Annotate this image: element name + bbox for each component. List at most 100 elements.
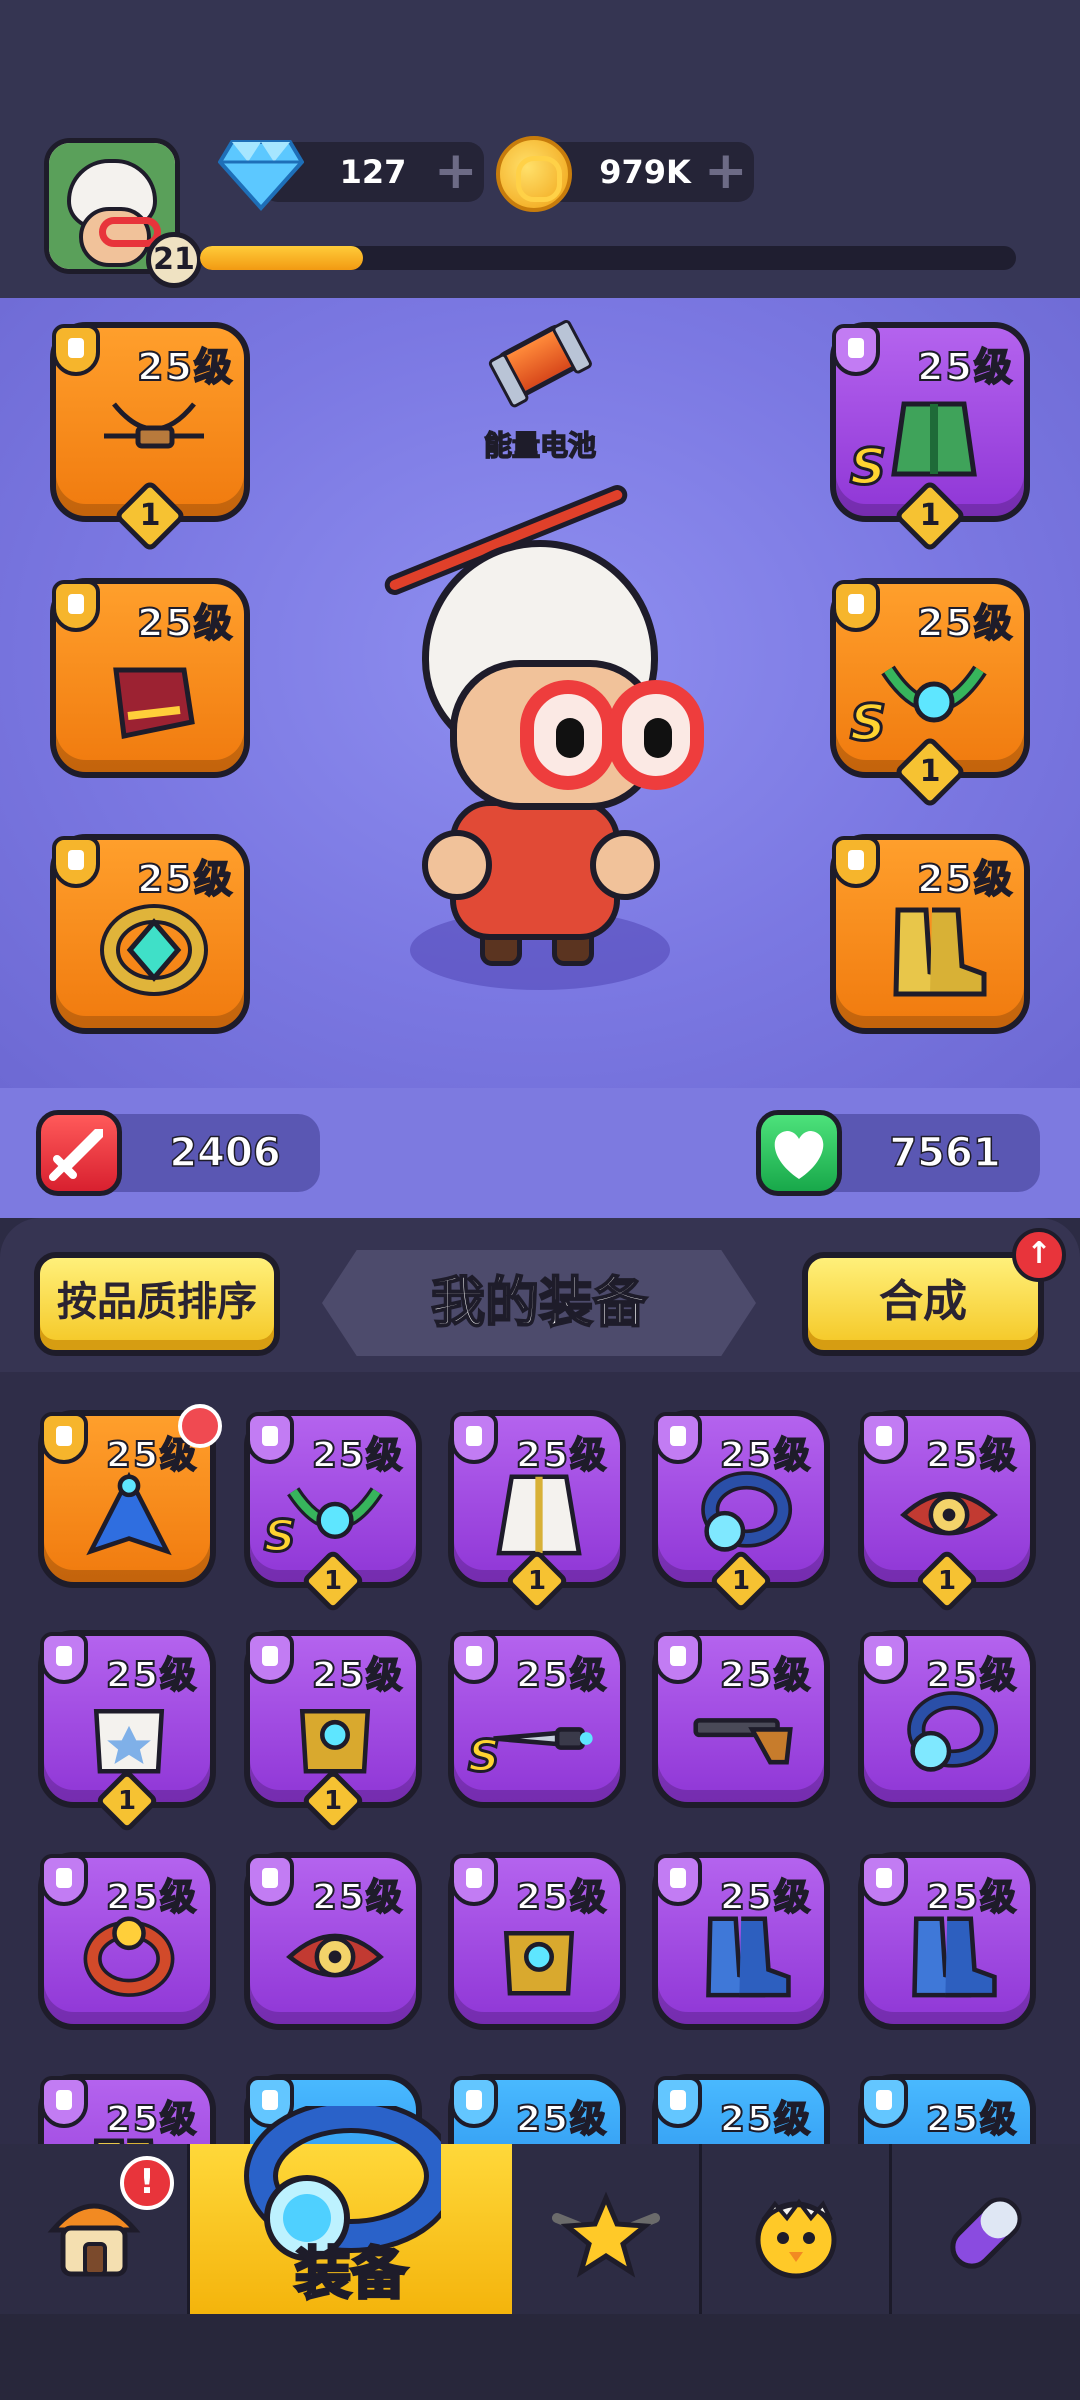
equipment-type-icon (52, 324, 100, 376)
orb-ring-icon (701, 1471, 793, 1552)
equipment-type-icon (450, 1632, 498, 1684)
equipment-type-icon (40, 1412, 88, 1464)
inventory-item[interactable]: 25级 (652, 1852, 830, 2030)
equipment-type-icon (654, 1632, 702, 1684)
inventory-item[interactable]: 25级 S 1 (244, 1410, 422, 1614)
equipment-level: 25级 (925, 1876, 1018, 1919)
energy-battery-label: 能量电池 (483, 428, 597, 463)
necklace-icon (881, 665, 987, 723)
equipment-type-icon (52, 836, 100, 888)
equipment-level: 25级 (105, 2098, 198, 2141)
dagger-icon (493, 1727, 593, 1750)
inventory-title: 我的装备 (322, 1250, 756, 1356)
equipment-level: 25级 (916, 344, 1014, 390)
equipment-level: 25级 (515, 2098, 608, 2141)
equipment-type-icon (860, 1632, 908, 1684)
equipment-type-icon (246, 1412, 294, 1464)
equipment-level: 25级 (916, 856, 1014, 902)
equipment-level: 25级 (311, 1876, 404, 1919)
crossbow-icon (104, 402, 204, 449)
equipment-type-icon (40, 1632, 88, 1684)
xp-progress-fill (200, 246, 364, 270)
new-item-badge (178, 1404, 222, 1448)
red-ring-icon (83, 1916, 175, 1997)
armor-icon (891, 401, 977, 477)
inventory-item[interactable]: 25级 S (448, 1630, 626, 1808)
merge-button[interactable]: 合成 (802, 1252, 1044, 1356)
gauntlet-icon (113, 667, 195, 739)
nav-tab-shop[interactable] (892, 2144, 1080, 2314)
equipment-type-icon (40, 1854, 88, 1906)
equipment-level: 25级 (105, 1876, 198, 1919)
cape-icon (86, 1471, 172, 1556)
equipment-type-icon (450, 1412, 498, 1464)
equipment-type-icon (860, 1412, 908, 1464)
inventory-item[interactable]: 25级 1 (652, 1410, 830, 1614)
inventory-item[interactable]: 25级 (38, 1404, 222, 1588)
equipped-slot-left-1[interactable]: 25级 1 (50, 322, 250, 553)
equipment-level: 25级 (515, 1876, 608, 1919)
home-alert-badge: ! (120, 2156, 174, 2210)
equipment-type-icon (450, 2076, 498, 2128)
rank-badge: S (848, 437, 887, 498)
diamond-icon (218, 140, 304, 212)
hp-stat: 7561 (756, 1110, 1040, 1196)
add-gems-button[interactable]: + (434, 145, 478, 197)
inventory-item[interactable]: 25级 1 (244, 1630, 422, 1834)
eye-amulet-icon (286, 1933, 384, 1978)
attack-value: 2406 (169, 1129, 282, 1177)
equipment-level: 25级 (515, 1434, 608, 1477)
hp-value: 7561 (889, 1129, 1002, 1177)
glove-gold-icon (299, 1709, 371, 1774)
orb-ring-icon (907, 1691, 999, 1772)
equipment-level: 25级 (136, 344, 234, 390)
nav-tab-talents[interactable] (512, 2144, 702, 2314)
glove-white-icon (93, 1709, 165, 1774)
heart-icon (756, 1110, 842, 1196)
ring-icon (100, 904, 208, 996)
coin-icon (496, 136, 572, 212)
equipment-level: 25级 (105, 1654, 198, 1697)
equipped-slot-right-3[interactable]: 25级 (830, 834, 1030, 1034)
equipment-type-icon (832, 836, 880, 888)
boots-blue-icon (912, 1916, 997, 1998)
hero-character[interactable] (340, 482, 740, 1000)
nav-tab-equipment-label: 装备 (294, 2241, 409, 2309)
inventory-item[interactable]: 25级 1 (858, 1410, 1036, 1614)
sword-icon (36, 1110, 122, 1196)
nav-tab-pets[interactable] (702, 2144, 892, 2314)
rank-badge: S (848, 693, 887, 754)
inventory-item[interactable]: 25级 (38, 1852, 216, 2030)
inventory-item[interactable]: 25级 (652, 1630, 830, 1808)
equipment-level: 25级 (515, 1654, 608, 1697)
equipment-type-icon (860, 2076, 908, 2128)
inventory-item[interactable]: 25级 1 (448, 1410, 626, 1614)
equipped-slot-right-1[interactable]: 25级 S 1 (830, 322, 1030, 553)
boots-icon (893, 907, 987, 997)
capsule-icon (950, 2197, 1022, 2269)
equipment-level: 25级 (925, 1654, 1018, 1697)
equipped-slot-right-2[interactable]: 25级 S 1 (830, 578, 1030, 809)
equipped-slot-left-2[interactable]: 25级 (50, 578, 250, 778)
equipment-type-icon (246, 1632, 294, 1684)
inventory-item[interactable]: 25级 (858, 1630, 1036, 1808)
attack-stat: 2406 (36, 1110, 320, 1196)
add-coins-button[interactable]: + (704, 145, 748, 197)
eye-amulet-icon (900, 1491, 998, 1536)
equipment-level: 25级 (719, 1434, 812, 1477)
equipped-slot-left-3[interactable]: 25级 (50, 834, 250, 1034)
player-level-badge: 21 (146, 232, 202, 288)
inventory-item[interactable]: 25级 (244, 1852, 422, 2030)
xp-progress-bar (200, 246, 1016, 270)
inventory-item[interactable]: 25级 (858, 1852, 1036, 2030)
inventory-item[interactable]: 25级 (448, 1852, 626, 2030)
robe-icon (496, 1474, 582, 1556)
equipment-level: 25级 (311, 1654, 404, 1697)
nav-tab-equipment[interactable]: 装备 (190, 2106, 512, 2314)
equipment-type-icon (52, 580, 100, 632)
equipment-level: 25级 (136, 600, 234, 646)
energy-battery[interactable]: 能量电池 (470, 319, 610, 470)
inventory-item[interactable]: 25级 1 (38, 1630, 216, 1834)
boots-blue-icon (706, 1916, 791, 1998)
sort-by-quality-button[interactable]: 按品质排序 (34, 1252, 280, 1356)
